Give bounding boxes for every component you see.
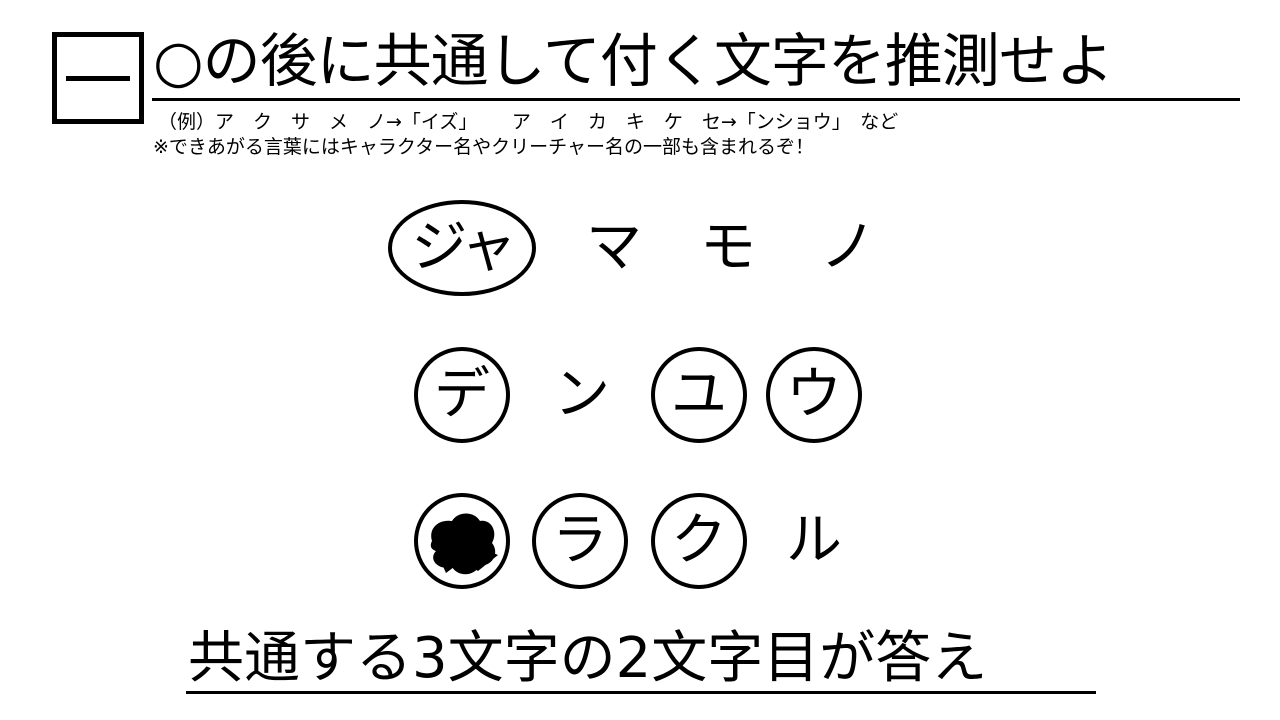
puzzle-row-2: デ ン ユ ウ: [0, 347, 1280, 447]
circled-cell-ja: ジャ: [388, 200, 536, 296]
hint-note: ※できあがる言葉にはキャラクター名やクリーチャー名の一部も含まれるぞ！: [153, 136, 814, 158]
circled-cell-ra: ラ: [532, 493, 628, 589]
question-number-mark: [66, 75, 130, 81]
answer-underline: [186, 691, 1096, 694]
cell-mo: モ: [700, 215, 756, 280]
puzzle-row-3: ラ ク ル: [0, 493, 1280, 593]
circled-cell-u: ウ: [766, 347, 862, 443]
cell-ma: マ: [586, 215, 642, 280]
circled-cell-obscured: [414, 493, 510, 589]
circled-cell-yu: ユ: [651, 347, 747, 443]
puzzle-row-1: ジャ マ モ ノ: [0, 200, 1280, 300]
circled-cell-ku: ク: [651, 493, 747, 589]
question-number-box: [52, 32, 144, 124]
cell-ru: ル: [786, 508, 842, 573]
heading-underline: [152, 98, 1240, 101]
circled-cell-de: デ: [414, 347, 510, 443]
puzzle-heading: ○の後に共通して付く文字を推測せよ: [153, 27, 1114, 95]
example-text: （例）ア ク サ メ ノ→「イズ」 ア イ カ キ ケ セ→「ンショウ」 など: [158, 111, 899, 133]
answer-instruction: 共通する3文字の2文字目が答え: [188, 626, 988, 691]
cell-n: ン: [554, 362, 610, 427]
ink-blot-icon: [430, 513, 498, 575]
cell-no: ノ: [820, 215, 876, 280]
